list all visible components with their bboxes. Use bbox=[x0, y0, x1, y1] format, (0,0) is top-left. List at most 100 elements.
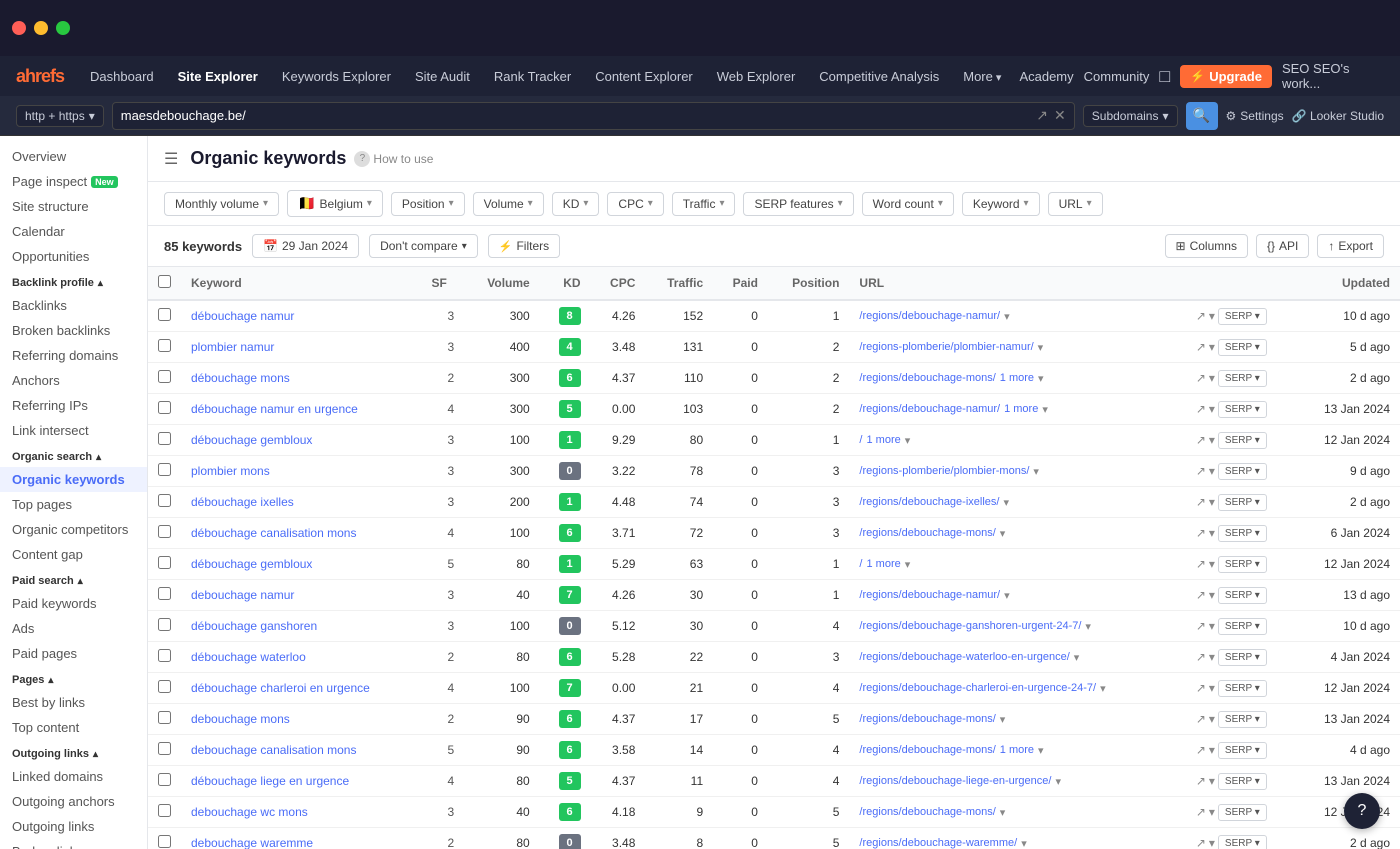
url-dropdown-icon[interactable]: ▾ bbox=[1033, 465, 1039, 478]
looker-studio-link[interactable]: 🔗 Looker Studio bbox=[1292, 109, 1384, 123]
kd-header[interactable]: KD bbox=[540, 267, 591, 300]
url-dropdown-icon[interactable]: ▾ bbox=[1074, 651, 1080, 664]
sidebar-item-linked-domains[interactable]: Linked domains bbox=[0, 764, 147, 789]
url-input[interactable] bbox=[121, 108, 1033, 123]
more-urls-link[interactable]: 1 more bbox=[1000, 744, 1034, 756]
url-link[interactable]: /regions/debouchage-mons/ bbox=[859, 713, 995, 725]
row-checkbox-cell[interactable] bbox=[148, 332, 181, 363]
trend-down-icon[interactable]: ▾ bbox=[1209, 681, 1215, 695]
traffic-filter[interactable]: Traffic ▾ bbox=[672, 192, 736, 216]
api-button[interactable]: {} API bbox=[1256, 234, 1309, 258]
url-filter[interactable]: URL ▾ bbox=[1048, 192, 1103, 216]
serp-button[interactable]: SERP ▾ bbox=[1218, 742, 1267, 759]
url-link[interactable]: /regions-plomberie/plombier-mons/ bbox=[859, 465, 1029, 477]
row-checkbox-cell[interactable] bbox=[148, 549, 181, 580]
url-dropdown-icon[interactable]: ▾ bbox=[1038, 744, 1044, 757]
settings-button[interactable]: Settings bbox=[1226, 109, 1284, 123]
url-link[interactable]: /regions/debouchage-namur/ bbox=[859, 403, 1000, 415]
sidebar-section-pages[interactable]: Pages bbox=[0, 666, 147, 690]
serp-button[interactable]: SERP ▾ bbox=[1218, 680, 1267, 697]
serp-button[interactable]: SERP ▾ bbox=[1218, 587, 1267, 604]
position-filter[interactable]: Position ▾ bbox=[391, 192, 465, 216]
trend-down-icon[interactable]: ▾ bbox=[1209, 340, 1215, 354]
url-dropdown-icon[interactable]: ▾ bbox=[1021, 837, 1027, 849]
country-filter[interactable]: 🇧🇪 Belgium ▾ bbox=[287, 190, 383, 217]
url-dropdown-icon[interactable]: ▾ bbox=[1000, 713, 1006, 726]
sidebar-item-referring-domains[interactable]: Referring domains bbox=[0, 343, 147, 368]
sidebar-item-outgoing-anchors[interactable]: Outgoing anchors bbox=[0, 789, 147, 814]
traffic-header[interactable]: Traffic bbox=[645, 267, 713, 300]
nav-site-explorer[interactable]: Site Explorer bbox=[168, 65, 268, 88]
url-link[interactable]: /regions/debouchage-namur/ bbox=[859, 589, 1000, 601]
upgrade-button[interactable]: Upgrade bbox=[1180, 65, 1272, 88]
url-dropdown-icon[interactable]: ▾ bbox=[1042, 403, 1048, 416]
serp-button[interactable]: SERP ▾ bbox=[1218, 525, 1267, 542]
keyword-link[interactable]: débouchage liege en urgence bbox=[191, 774, 349, 788]
url-header[interactable]: URL bbox=[849, 267, 1185, 300]
url-link[interactable]: /regions-plomberie/plombier-namur/ bbox=[859, 341, 1033, 353]
trend-icon[interactable]: ↗ bbox=[1196, 309, 1206, 323]
trend-icon[interactable]: ↗ bbox=[1196, 774, 1206, 788]
academy-link[interactable]: Academy bbox=[1019, 69, 1073, 84]
row-checkbox-cell[interactable] bbox=[148, 642, 181, 673]
url-link[interactable]: /regions/debouchage-mons/ bbox=[859, 744, 995, 756]
url-dropdown-icon[interactable]: ▾ bbox=[1004, 589, 1010, 602]
sidebar-item-organic-competitors[interactable]: Organic competitors bbox=[0, 517, 147, 542]
more-urls-link[interactable]: 1 more bbox=[1004, 403, 1038, 415]
url-dropdown-icon[interactable]: ▾ bbox=[1038, 372, 1044, 385]
serp-button[interactable]: SERP ▾ bbox=[1218, 773, 1267, 790]
url-link[interactable]: /regions/debouchage-waremme/ bbox=[859, 837, 1017, 849]
serp-button[interactable]: SERP ▾ bbox=[1218, 649, 1267, 666]
row-checkbox-cell[interactable] bbox=[148, 673, 181, 704]
serp-button[interactable]: SERP ▾ bbox=[1218, 432, 1267, 449]
cpc-filter[interactable]: CPC ▾ bbox=[607, 192, 663, 216]
open-external-icon[interactable]: ↗ bbox=[1036, 107, 1048, 124]
serp-button[interactable]: SERP ▾ bbox=[1218, 401, 1267, 418]
trend-icon[interactable]: ↗ bbox=[1196, 805, 1206, 819]
sidebar-item-referring-ips[interactable]: Referring IPs bbox=[0, 393, 147, 418]
filters-button[interactable]: Filters bbox=[488, 234, 560, 258]
trend-icon[interactable]: ↗ bbox=[1196, 588, 1206, 602]
serp-features-filter[interactable]: SERP features ▾ bbox=[743, 192, 853, 216]
clear-icon[interactable]: ✕ bbox=[1054, 107, 1066, 124]
sidebar-item-broken-links[interactable]: Broken links bbox=[0, 839, 147, 849]
row-checkbox-cell[interactable] bbox=[148, 704, 181, 735]
row-checkbox-cell[interactable] bbox=[148, 300, 181, 332]
url-dropdown-icon[interactable]: ▾ bbox=[1055, 775, 1061, 788]
trend-icon[interactable]: ↗ bbox=[1196, 340, 1206, 354]
sidebar-item-site-structure[interactable]: Site structure bbox=[0, 194, 147, 219]
keyword-link[interactable]: débouchage mons bbox=[191, 371, 290, 385]
sidebar-item-content-gap[interactable]: Content gap bbox=[0, 542, 147, 567]
serp-button[interactable]: SERP ▾ bbox=[1218, 804, 1267, 821]
trend-down-icon[interactable]: ▾ bbox=[1209, 464, 1215, 478]
keyword-link[interactable]: debouchage mons bbox=[191, 712, 290, 726]
url-dropdown-icon[interactable]: ▾ bbox=[1000, 527, 1006, 540]
url-link[interactable]: /regions/debouchage-ixelles/ bbox=[859, 496, 999, 508]
position-header[interactable]: Position bbox=[768, 267, 849, 300]
kd-filter[interactable]: KD ▾ bbox=[552, 192, 600, 216]
keyword-filter[interactable]: Keyword ▾ bbox=[962, 192, 1040, 216]
keyword-link[interactable]: plombier namur bbox=[191, 340, 274, 354]
keyword-link[interactable]: débouchage canalisation mons bbox=[191, 526, 356, 540]
url-dropdown-icon[interactable]: ▾ bbox=[1038, 341, 1044, 354]
row-checkbox-cell[interactable] bbox=[148, 766, 181, 797]
keyword-link[interactable]: debouchage waremme bbox=[191, 836, 313, 849]
sidebar-item-top-pages[interactable]: Top pages bbox=[0, 492, 147, 517]
trend-down-icon[interactable]: ▾ bbox=[1209, 712, 1215, 726]
hamburger-icon[interactable]: ☰ bbox=[164, 149, 178, 169]
sidebar-item-organic-keywords[interactable]: Organic keywords bbox=[0, 467, 147, 492]
trend-down-icon[interactable]: ▾ bbox=[1209, 371, 1215, 385]
row-checkbox-cell[interactable] bbox=[148, 425, 181, 456]
compare-button[interactable]: Don't compare ▾ bbox=[369, 234, 478, 258]
row-checkbox-cell[interactable] bbox=[148, 363, 181, 394]
keyword-link[interactable]: débouchage ganshoren bbox=[191, 619, 317, 633]
keyword-link[interactable]: débouchage gembloux bbox=[191, 557, 312, 571]
trend-down-icon[interactable]: ▾ bbox=[1209, 495, 1215, 509]
trend-icon[interactable]: ↗ bbox=[1196, 371, 1206, 385]
keyword-link[interactable]: plombier mons bbox=[191, 464, 270, 478]
row-checkbox-cell[interactable] bbox=[148, 797, 181, 828]
keyword-link[interactable]: débouchage gembloux bbox=[191, 433, 312, 447]
url-dropdown-icon[interactable]: ▾ bbox=[905, 558, 911, 571]
keyword-link[interactable]: debouchage canalisation mons bbox=[191, 743, 356, 757]
url-link[interactable]: /regions/debouchage-namur/ bbox=[859, 310, 1000, 322]
